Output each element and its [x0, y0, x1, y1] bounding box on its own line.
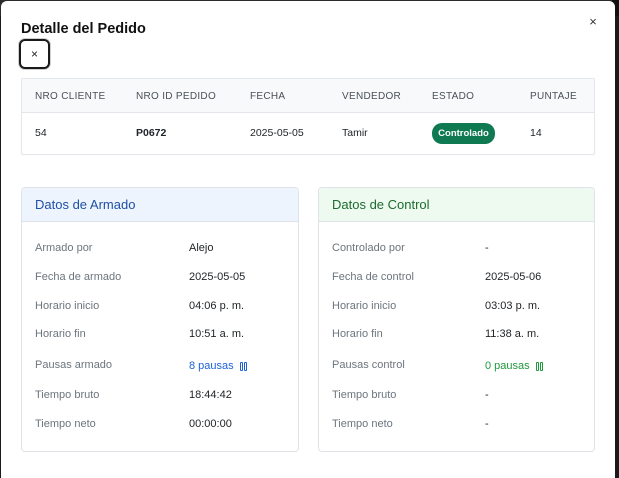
modal-title: Detalle del Pedido: [21, 21, 146, 37]
control-label-controlado-por: Controlado por: [332, 242, 405, 254]
control-value-horario-fin: 11:38 a. m.: [485, 328, 540, 340]
armado-label-armado-por: Armado por: [35, 242, 93, 254]
header-nro-cliente: NRO CLIENTE: [35, 91, 106, 102]
control-label-fecha: Fecha de control: [332, 271, 414, 283]
armado-label-horario-fin: Horario fin: [35, 328, 86, 340]
armado-value-horario-fin: 10:51 a. m.: [189, 328, 245, 340]
order-detail-modal: Detalle del Pedido × × NRO CLIENTE NRO I…: [1, 1, 615, 478]
armado-label-pausas: Pausas armado: [35, 359, 113, 371]
armado-label-tiempo-neto: Tiempo neto: [35, 418, 96, 430]
armado-value-tiempo-bruto: 18:44:42: [189, 389, 232, 401]
control-value-horario-inicio: 03:03 p. m.: [485, 300, 541, 312]
control-label-tiempo-bruto: Tiempo bruto: [332, 389, 397, 401]
armado-label-tiempo-bruto: Tiempo bruto: [35, 389, 100, 401]
armado-label-horario-inicio: Horario inicio: [35, 300, 100, 312]
armado-value-armado-por: Alejo: [189, 242, 214, 254]
armado-value-tiempo-neto: 00:00:00: [189, 418, 232, 430]
control-label-horario-inicio: Horario inicio: [332, 300, 397, 312]
control-pausas-link[interactable]: 0 pausas: [485, 360, 543, 372]
close-button[interactable]: ×: [19, 39, 50, 69]
armado-pausas-link[interactable]: 8 pausas: [189, 360, 247, 372]
armado-card: Datos de Armado Armado por Alejo Fecha d…: [21, 187, 299, 452]
order-summary-table: NRO CLIENTE NRO ID PEDIDO FECHA VENDEDOR…: [21, 78, 595, 155]
pause-icon: [239, 361, 247, 371]
armado-label-fecha: Fecha de armado: [35, 271, 122, 283]
armado-value-fecha: 2025-05-05: [189, 271, 246, 283]
status-badge: Controlado: [432, 123, 495, 144]
cell-cliente: 54: [35, 127, 47, 139]
header-fecha: FECHA: [250, 91, 286, 102]
cell-fecha: 2025-05-05: [250, 127, 304, 139]
close-icon[interactable]: ×: [585, 13, 601, 29]
header-estado: ESTADO: [432, 91, 475, 102]
control-value-tiempo-neto: -: [485, 418, 489, 430]
pause-icon: [535, 361, 543, 371]
cell-pedido: P0672: [136, 127, 167, 139]
control-label-horario-fin: Horario fin: [332, 328, 383, 340]
control-card-title: Datos de Control: [319, 188, 594, 222]
armado-pausas-value: 8 pausas: [189, 360, 234, 372]
header-vendedor: VENDEDOR: [342, 91, 402, 102]
header-puntaje: PUNTAJE: [530, 91, 577, 102]
armado-value-horario-inicio: 04:06 p. m.: [189, 300, 245, 312]
control-value-fecha: 2025-05-06: [485, 271, 542, 283]
header-nro-id-pedido: NRO ID PEDIDO: [136, 91, 217, 102]
control-card: Datos de Control Controlado por - Fecha …: [318, 187, 595, 452]
armado-card-title: Datos de Armado: [22, 188, 298, 222]
cell-vendedor: Tamir: [342, 127, 368, 139]
control-value-controlado-por: -: [485, 242, 489, 254]
cell-puntaje: 14: [530, 127, 542, 139]
control-pausas-value: 0 pausas: [485, 360, 530, 372]
control-label-tiempo-neto: Tiempo neto: [332, 418, 393, 430]
control-value-tiempo-bruto: -: [485, 389, 489, 401]
control-label-pausas: Pausas control: [332, 359, 405, 371]
table-header-row: [22, 79, 594, 113]
